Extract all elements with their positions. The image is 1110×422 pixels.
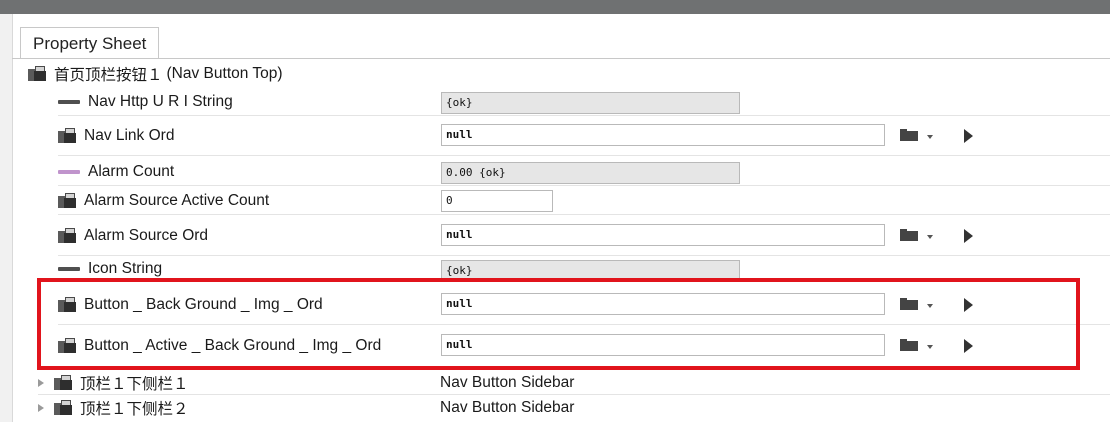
tab-property-sheet[interactable]: Property Sheet — [20, 27, 160, 59]
property-label: Nav Link Ord — [84, 126, 175, 144]
property-bar-icon — [58, 99, 80, 104]
dropdown-caret-icon[interactable] — [927, 135, 933, 139]
folder-icon[interactable] — [900, 298, 918, 310]
double-arrow-icon[interactable]: ⌄ — [750, 95, 759, 100]
tab-label: Property Sheet — [33, 34, 147, 53]
child-component-type: Nav Button Sidebar — [440, 373, 575, 391]
play-icon[interactable] — [964, 229, 973, 243]
property-row-alarm-count: Alarm Count 0.00 {ok} ⌄ — [58, 158, 1110, 186]
component-icon — [58, 338, 76, 354]
child-component-row[interactable]: 顶栏１下侧栏２ Nav Button Sidebar — [38, 396, 1110, 420]
property-row-alarm-source-ord: Alarm Source Ord null — [58, 216, 1110, 256]
child-component-type: Nav Button Sidebar — [440, 399, 575, 416]
expand-triangle-icon[interactable] — [38, 378, 44, 387]
dropdown-caret-icon[interactable] — [927, 345, 933, 349]
root-component-label: 首页顶栏按钮１ — [54, 67, 163, 84]
property-row-nav-http-uri-string: Nav Http U R I String {ok} ⌄ — [58, 88, 1110, 116]
component-icon — [58, 296, 76, 313]
property-row-nav-link-ord: Nav Link Ord null — [58, 116, 1110, 156]
folder-icon[interactable] — [900, 339, 918, 351]
play-icon[interactable] — [964, 339, 973, 353]
property-bar-icon — [58, 267, 80, 271]
component-icon — [28, 66, 46, 82]
component-icon — [54, 400, 72, 416]
tab-divider — [12, 58, 1110, 59]
component-icon — [58, 192, 76, 209]
property-label: Alarm Source Ord — [84, 226, 209, 244]
component-icon — [54, 374, 72, 391]
property-row-icon-string: Icon String {ok} ⌄ — [58, 257, 1110, 282]
component-icon — [58, 127, 76, 144]
button-active-background-img-ord-input[interactable]: null — [441, 334, 885, 356]
child-component-label: 顶栏１下侧栏２ — [80, 401, 189, 418]
dropdown-caret-icon[interactable] — [927, 304, 933, 308]
dropdown-caret-icon[interactable] — [927, 235, 933, 239]
left-frame — [0, 14, 13, 422]
child-component-row[interactable]: 顶栏１下侧栏１ Nav Button Sidebar — [38, 371, 1110, 395]
child-component-label: 顶栏１下侧栏１ — [80, 375, 189, 393]
folder-icon[interactable] — [900, 129, 918, 141]
nav-http-uri-string-value: {ok} — [441, 92, 740, 114]
expand-triangle-icon[interactable] — [38, 404, 44, 412]
property-label: Nav Http U R I String — [88, 92, 233, 110]
root-component-row[interactable]: 首页顶栏按钮１ (Nav Button Top) — [28, 63, 1110, 85]
property-label: Icon String — [88, 260, 163, 277]
property-label: Button _ Active _ Back Ground _ Img _ Or… — [84, 337, 382, 354]
alarm-source-ord-input[interactable]: null — [441, 224, 885, 246]
window-top-bar — [0, 0, 1110, 14]
alarm-count-value: 0.00 {ok} — [441, 162, 740, 184]
play-icon[interactable] — [964, 298, 973, 312]
double-arrow-icon[interactable]: ⌄ — [750, 165, 759, 170]
property-row-button-active-background-img-ord: Button _ Active _ Back Ground _ Img _ Or… — [58, 326, 1110, 366]
property-label: Alarm Count — [88, 162, 175, 180]
icon-string-value: {ok} — [441, 260, 740, 282]
play-icon[interactable] — [964, 129, 973, 143]
nav-link-ord-input[interactable]: null — [441, 124, 885, 146]
button-background-img-ord-input[interactable]: null — [441, 293, 885, 315]
property-row-button-background-img-ord: Button _ Back Ground _ Img _ Ord null — [58, 285, 1110, 325]
alarm-count-bar-icon — [58, 169, 80, 174]
property-label: Alarm Source Active Count — [84, 191, 270, 209]
root-component-type: (Nav Button Top) — [166, 65, 283, 82]
double-arrow-icon[interactable]: ⌄ — [750, 262, 759, 267]
component-icon — [58, 227, 76, 244]
alarm-source-active-count-input[interactable]: 0 — [441, 190, 553, 212]
property-row-alarm-source-active-count: Alarm Source Active Count 0 — [58, 187, 1110, 215]
folder-icon[interactable] — [900, 229, 918, 241]
property-label: Button _ Back Ground _ Img _ Ord — [84, 295, 323, 313]
